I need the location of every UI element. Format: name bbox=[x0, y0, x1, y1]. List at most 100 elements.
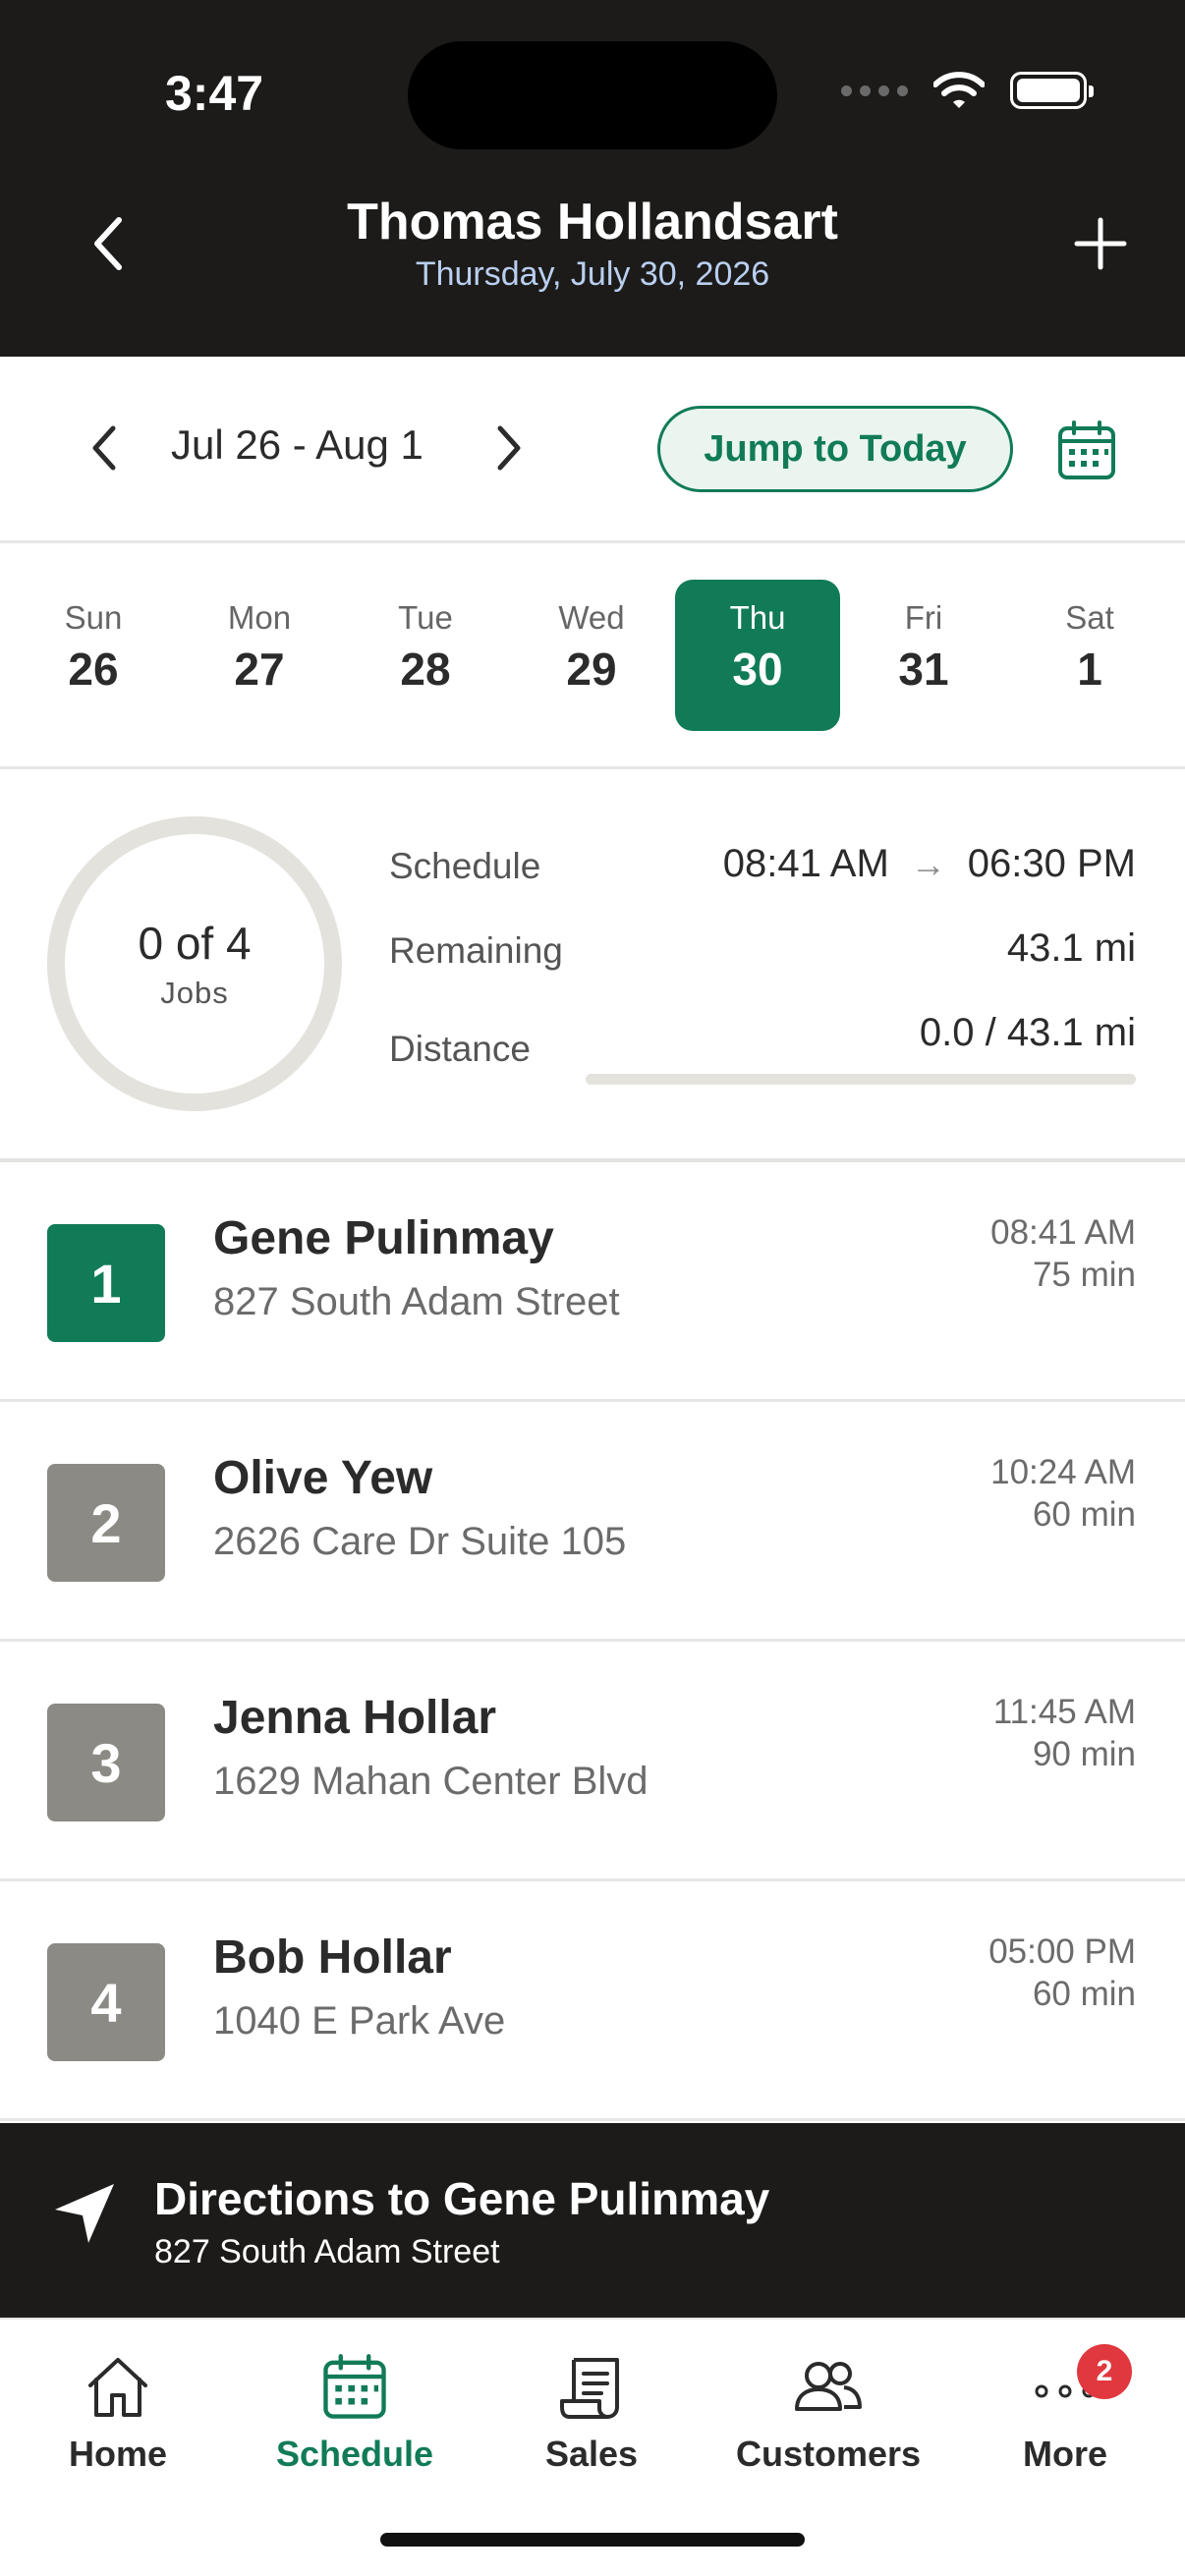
day-selector: Sun 26 Mon 27 Tue 28 Wed 29 Thu 30 Fri 3… bbox=[0, 543, 1185, 769]
job-sequence-badge: 3 bbox=[47, 1704, 165, 1821]
arrow-right-icon: → bbox=[910, 843, 946, 884]
day-number: 29 bbox=[566, 644, 617, 695]
calendar-icon bbox=[1058, 420, 1115, 479]
tab-label: Sales bbox=[544, 2434, 639, 2474]
tab-sales[interactable]: Sales bbox=[474, 2349, 709, 2475]
day-sun[interactable]: Sun 26 bbox=[11, 580, 176, 731]
job-address: 827 South Adam Street bbox=[213, 1280, 620, 1323]
status-time: 3:47 bbox=[165, 66, 264, 121]
next-week-button[interactable] bbox=[476, 404, 544, 492]
job-sequence-badge: 4 bbox=[47, 1943, 165, 2061]
job-row[interactable]: 2 Olive Yew 2626 Care Dr Suite 105 10:24… bbox=[0, 1402, 1185, 1642]
schedule-end: 06:30 PM bbox=[967, 842, 1136, 885]
schedule-label: Schedule bbox=[389, 846, 541, 886]
calendar-picker-button[interactable] bbox=[1049, 414, 1124, 488]
day-name: Thu bbox=[729, 599, 786, 636]
day-name: Mon bbox=[227, 599, 292, 636]
day-number: 26 bbox=[68, 644, 119, 695]
day-sat[interactable]: Sat 1 bbox=[1007, 580, 1172, 731]
schedule-start: 08:41 AM bbox=[722, 842, 889, 885]
week-range-label: Jul 26 - Aug 1 bbox=[171, 421, 423, 468]
notification-badge: 2 bbox=[1077, 2344, 1132, 2399]
day-fri[interactable]: Fri 31 bbox=[841, 580, 1006, 731]
distance-progress-bar bbox=[586, 1074, 1136, 1085]
jump-to-today-button[interactable]: Jump to Today bbox=[657, 406, 1013, 492]
add-job-button[interactable] bbox=[1051, 204, 1150, 283]
day-number: 1 bbox=[1077, 644, 1102, 695]
day-number: 28 bbox=[400, 644, 451, 695]
tab-label: More bbox=[1022, 2434, 1107, 2474]
dynamic-island bbox=[408, 41, 777, 149]
day-number: 27 bbox=[234, 644, 285, 695]
jobs-completed-count: 0 of 4 bbox=[138, 918, 252, 969]
job-duration: 60 min bbox=[1032, 1495, 1136, 1534]
page-subtitle-date: Thursday, July 30, 2026 bbox=[415, 255, 770, 293]
tab-customers[interactable]: Customers bbox=[710, 2349, 946, 2475]
cellular-signal-icon bbox=[841, 84, 908, 96]
home-icon bbox=[88, 2358, 147, 2417]
job-address: 2626 Care Dr Suite 105 bbox=[213, 1520, 627, 1563]
chevron-right-icon bbox=[497, 425, 521, 471]
schedule-range: 08:41 AM → 06:30 PM bbox=[723, 842, 1136, 886]
job-address: 1629 Mahan Center Blvd bbox=[213, 1760, 649, 1803]
tab-label: Home bbox=[68, 2434, 168, 2474]
job-sequence-badge: 1 bbox=[47, 1224, 165, 1342]
job-customer-name: Olive Yew bbox=[213, 1452, 433, 1504]
job-duration: 90 min bbox=[1032, 1735, 1136, 1773]
day-summary: 0 of 4 Jobs Schedule 08:41 AM → 06:30 PM… bbox=[0, 769, 1185, 1162]
job-row[interactable]: 4 Bob Hollar 1040 E Park Ave 05:00 PM 60… bbox=[0, 1881, 1185, 2121]
app-header: 3:47 Thomas Hollandsart Thursday, July 3… bbox=[0, 0, 1185, 357]
day-name: Tue bbox=[398, 599, 453, 636]
directions-address: 827 South Adam Street bbox=[154, 2233, 500, 2270]
week-navigation: Jul 26 - Aug 1 Jump to Today bbox=[0, 357, 1185, 543]
receipt-icon bbox=[560, 2358, 619, 2419]
day-tue[interactable]: Tue 28 bbox=[343, 580, 508, 731]
day-number: 30 bbox=[732, 644, 783, 695]
tab-label: Schedule bbox=[275, 2434, 434, 2474]
day-name: Sun bbox=[64, 599, 123, 636]
previous-week-button[interactable] bbox=[69, 404, 138, 492]
job-customer-name: Bob Hollar bbox=[213, 1932, 452, 1984]
distance-label: Distance bbox=[389, 1029, 531, 1069]
tab-more[interactable]: More bbox=[947, 2349, 1183, 2475]
tab-home[interactable]: Home bbox=[0, 2349, 236, 2475]
users-icon bbox=[795, 2362, 862, 2411]
calendar-icon bbox=[323, 2354, 386, 2419]
wifi-icon bbox=[933, 72, 985, 108]
distance-value: 0.0 / 43.1 mi bbox=[919, 1011, 1136, 1054]
home-indicator bbox=[380, 2533, 805, 2547]
job-sequence-badge: 2 bbox=[47, 1464, 165, 1582]
tab-schedule[interactable]: Schedule bbox=[237, 2349, 473, 2475]
job-time: 08:41 AM bbox=[990, 1213, 1136, 1252]
day-name: Wed bbox=[558, 599, 625, 636]
directions-button[interactable]: Directions to Gene Pulinmay 827 South Ad… bbox=[0, 2123, 1185, 2318]
tab-label: Customers bbox=[735, 2434, 922, 2474]
job-row[interactable]: 3 Jenna Hollar 1629 Mahan Center Blvd 11… bbox=[0, 1642, 1185, 1881]
directions-title: Directions to Gene Pulinmay bbox=[154, 2173, 770, 2224]
job-address: 1040 E Park Ave bbox=[213, 1999, 506, 2043]
job-customer-name: Jenna Hollar bbox=[213, 1692, 497, 1744]
job-duration: 75 min bbox=[1032, 1256, 1136, 1294]
navigation-arrow-icon bbox=[55, 2184, 114, 2243]
day-wed[interactable]: Wed 29 bbox=[509, 580, 674, 731]
job-time: 10:24 AM bbox=[990, 1453, 1136, 1491]
battery-icon bbox=[1010, 72, 1094, 109]
page-title: Thomas Hollandsart bbox=[347, 194, 838, 251]
day-name: Sat bbox=[1065, 599, 1114, 636]
jobs-label: Jobs bbox=[160, 976, 229, 1010]
remaining-label: Remaining bbox=[389, 930, 563, 971]
day-mon[interactable]: Mon 27 bbox=[177, 580, 342, 731]
chevron-left-icon bbox=[92, 425, 116, 471]
day-thu[interactable]: Thu 30 bbox=[675, 580, 840, 731]
job-row[interactable]: 1 Gene Pulinmay 827 South Adam Street 08… bbox=[0, 1162, 1185, 1402]
jobs-list: 1 Gene Pulinmay 827 South Adam Street 08… bbox=[0, 1162, 1185, 2121]
job-time: 05:00 PM bbox=[988, 1932, 1136, 1971]
day-name: Fri bbox=[904, 599, 943, 636]
status-icons bbox=[841, 71, 1094, 110]
day-number: 31 bbox=[898, 644, 949, 695]
job-time: 11:45 AM bbox=[992, 1693, 1136, 1731]
job-duration: 60 min bbox=[1032, 1975, 1136, 2013]
job-customer-name: Gene Pulinmay bbox=[213, 1212, 554, 1264]
remaining-value: 43.1 mi bbox=[1006, 926, 1136, 970]
plus-icon bbox=[1074, 217, 1127, 270]
